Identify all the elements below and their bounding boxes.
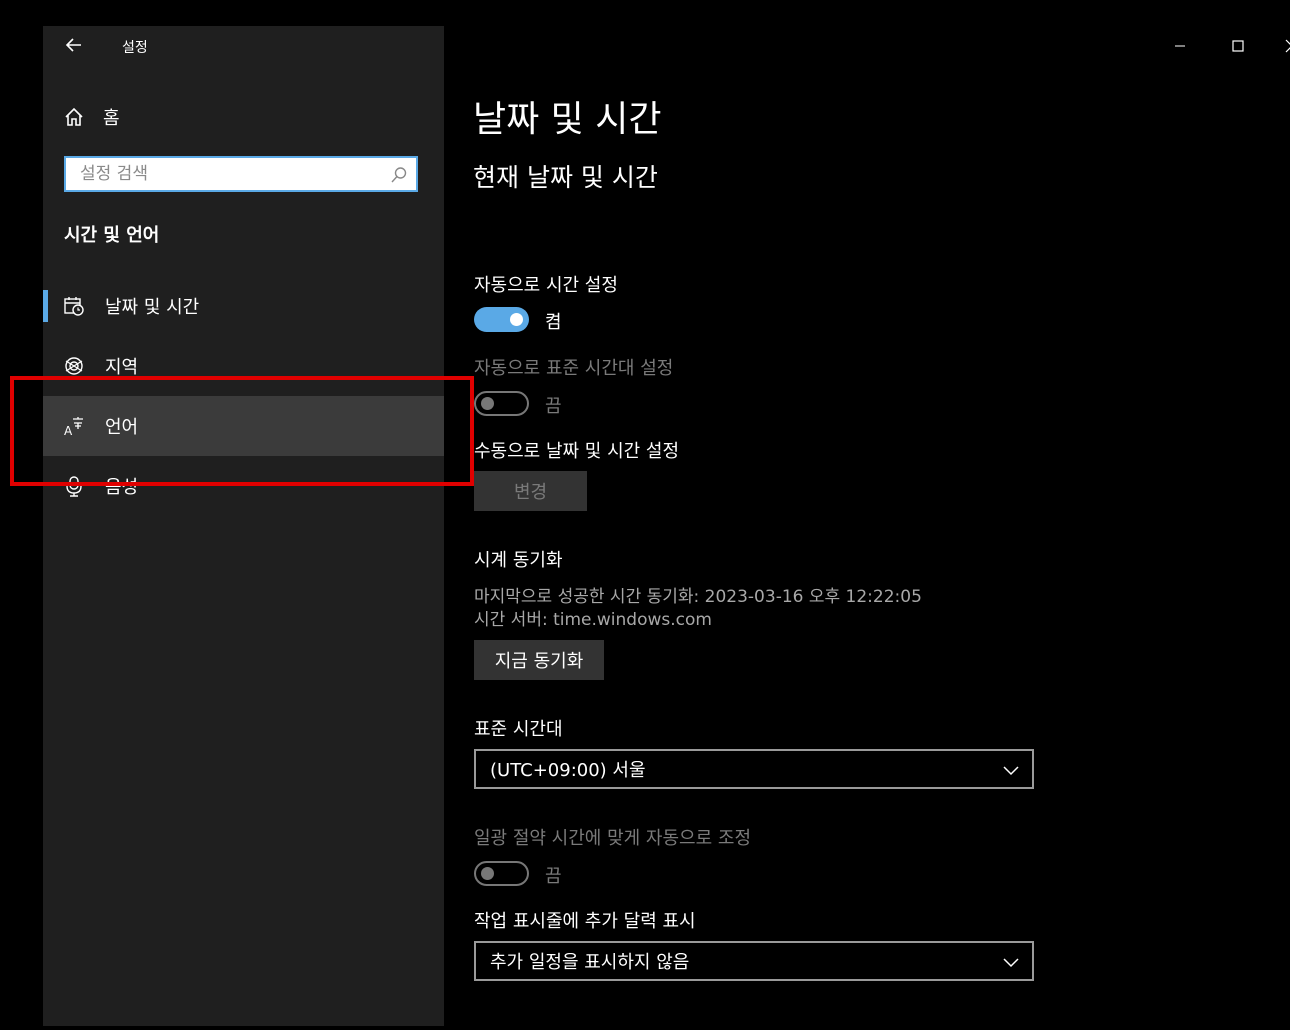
auto-timezone-label: 자동으로 표준 시간대 설정 [474, 358, 674, 379]
minimize-icon[interactable] [1170, 36, 1190, 56]
time-server-text: 시간 서버: time.windows.com [474, 610, 712, 630]
timezone-label: 표준 시간대 [474, 719, 563, 740]
home-nav[interactable]: 홈 [63, 104, 120, 130]
calendar-label: 작업 표시줄에 추가 달력 표시 [474, 911, 696, 932]
home-label: 홈 [103, 108, 120, 129]
chevron-down-icon [1002, 761, 1020, 779]
search-input[interactable] [66, 158, 390, 190]
back-arrow-icon[interactable] [63, 34, 85, 56]
sidebar-item-label: 날짜 및 시간 [105, 297, 200, 318]
calendar-clock-icon [63, 295, 85, 317]
chevron-down-icon [1002, 953, 1020, 971]
sync-heading: 시계 동기화 [474, 550, 563, 571]
globe-icon [63, 355, 85, 377]
settings-window: 설정 홈 시간 및 언어 날짜 및 시간 지역 [43, 26, 1290, 1026]
close-icon[interactable] [1282, 36, 1290, 56]
toggle-knob [510, 313, 523, 326]
auto-time-state: 켬 [545, 312, 562, 333]
auto-time-label: 자동으로 시간 설정 [474, 275, 618, 296]
home-icon [63, 106, 85, 128]
maximize-icon[interactable] [1228, 36, 1248, 56]
highlight-annotation [10, 376, 474, 486]
manual-time-label: 수동으로 날짜 및 시간 설정 [474, 441, 680, 462]
page-title: 날짜 및 시간 [473, 99, 662, 140]
last-sync-text: 마지막으로 성공한 시간 동기화: 2023-03-16 오후 12:22:05 [474, 587, 922, 607]
calendar-select[interactable]: 추가 일정을 표시하지 않음 [474, 941, 1034, 981]
toggle-knob [481, 867, 494, 880]
sync-now-button[interactable]: 지금 동기화 [474, 640, 604, 680]
dst-label: 일광 절약 시간에 맞게 자동으로 조정 [474, 828, 752, 849]
sidebar: 설정 홈 시간 및 언어 날짜 및 시간 지역 [43, 26, 444, 1026]
change-button[interactable]: 변경 [474, 471, 587, 511]
timezone-select[interactable]: (UTC+09:00) 서울 [474, 749, 1034, 789]
search-box[interactable] [64, 156, 418, 192]
dst-toggle[interactable] [474, 861, 529, 886]
timezone-value: (UTC+09:00) 서울 [490, 760, 646, 781]
sidebar-item-date-time[interactable]: 날짜 및 시간 [43, 276, 444, 336]
auto-timezone-state: 끔 [545, 396, 562, 417]
auto-time-toggle[interactable] [474, 307, 529, 332]
auto-timezone-toggle[interactable] [474, 391, 529, 416]
dst-state: 끔 [545, 866, 562, 887]
calendar-value: 추가 일정을 표시하지 않음 [490, 952, 690, 973]
window-title: 설정 [122, 40, 148, 56]
toggle-knob [481, 397, 494, 410]
section-title: 현재 날짜 및 시간 [473, 163, 658, 192]
main-content: 날짜 및 시간 현재 날짜 및 시간 자동으로 시간 설정 켬 자동으로 표준 … [444, 26, 1290, 1026]
section-heading: 시간 및 언어 [64, 225, 160, 246]
search-icon[interactable] [390, 166, 408, 184]
